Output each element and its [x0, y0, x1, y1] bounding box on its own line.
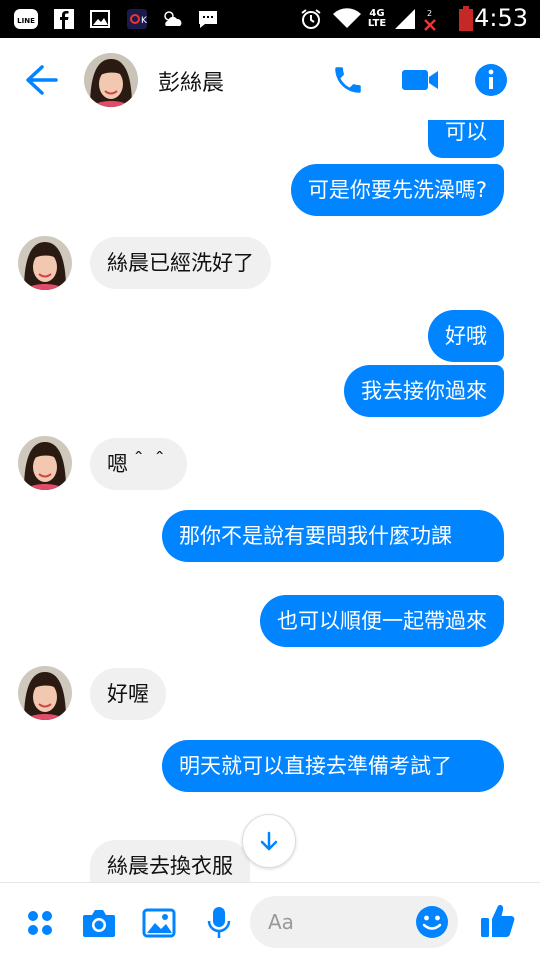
camera-icon[interactable]	[79, 903, 119, 943]
gallery-icon[interactable]	[139, 903, 179, 943]
message-thread[interactable]: 可以 可是你要先洗澡嗎? 絲晨已經洗好了 好哦 我去接你過來 嗯＾＾ 那你不是說…	[0, 120, 540, 882]
message-outgoing[interactable]: 可以	[428, 120, 504, 158]
message-incoming[interactable]: 絲晨已經洗好了	[90, 237, 271, 289]
svg-text:2: 2	[427, 9, 432, 18]
phone-icon[interactable]	[328, 60, 368, 100]
facebook-icon	[52, 7, 76, 31]
alarm-icon	[298, 7, 324, 31]
message-outgoing[interactable]: 好哦	[428, 310, 504, 362]
message-outgoing[interactable]: 可是你要先洗澡嗎?	[290, 164, 504, 216]
message-input[interactable]: Aa	[250, 896, 458, 948]
status-bar: LINE K 4G LTE 2 4:53	[0, 0, 540, 38]
message-incoming[interactable]: 嗯＾＾	[90, 438, 187, 490]
svg-text:LINE: LINE	[17, 17, 35, 25]
emoji-icon[interactable]	[414, 904, 450, 940]
sender-avatar[interactable]	[18, 436, 72, 490]
arrow-down-icon	[260, 831, 278, 851]
status-time: 4:53	[474, 4, 528, 32]
menu-dots-icon[interactable]	[20, 903, 60, 943]
network-type: 4G LTE	[364, 7, 390, 31]
message-outgoing[interactable]: 明天就可以直接去準備考試了	[162, 740, 504, 792]
signal-icon	[392, 7, 418, 31]
battery-icon	[456, 6, 476, 31]
message-outgoing[interactable]: 也可以順便一起帶過來	[260, 595, 504, 647]
back-arrow-icon[interactable]	[20, 60, 64, 100]
message-incoming[interactable]: 絲晨去換衣服	[90, 840, 250, 882]
info-icon[interactable]	[471, 60, 511, 100]
network-sub-label: LTE	[367, 18, 387, 29]
chat-icon	[196, 7, 220, 31]
microphone-icon[interactable]	[199, 903, 239, 943]
sender-avatar[interactable]	[18, 236, 72, 290]
message-input-placeholder: Aa	[268, 910, 294, 934]
message-incoming[interactable]: 好喔	[90, 668, 166, 720]
line-icon: LINE	[12, 7, 40, 31]
thumbs-up-icon[interactable]	[478, 901, 518, 941]
message-outgoing[interactable]: 那你不是說有要問我什麼功課	[162, 510, 504, 562]
contact-name[interactable]: 彭絲晨	[158, 65, 224, 97]
conversation-header: 彭絲晨	[0, 38, 540, 120]
wifi-icon	[332, 7, 362, 31]
message-outgoing[interactable]: 我去接你過來	[344, 365, 504, 417]
app-icon: K	[124, 7, 150, 31]
sender-avatar[interactable]	[18, 666, 72, 720]
contact-avatar[interactable]	[84, 53, 138, 107]
message-composer: Aa	[0, 882, 540, 960]
video-camera-icon[interactable]	[400, 60, 440, 100]
image-icon	[88, 7, 112, 31]
no-sim-icon: 2	[420, 7, 440, 31]
scroll-to-bottom-button[interactable]	[242, 814, 296, 868]
weather-icon	[160, 7, 186, 31]
